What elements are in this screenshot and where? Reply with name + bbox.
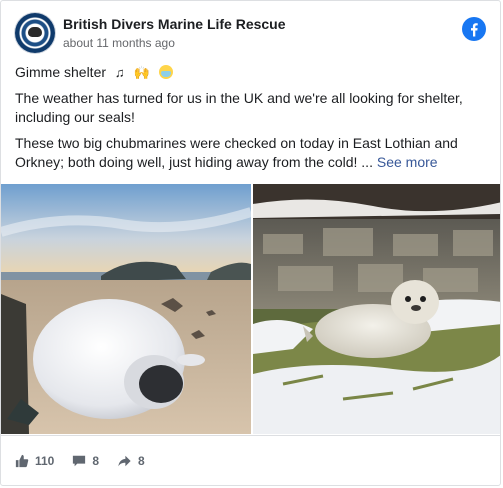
share-count-value: 8	[138, 454, 145, 468]
page-avatar[interactable]	[15, 13, 55, 53]
seal-logo-icon	[28, 27, 42, 37]
thumbs-up-icon	[15, 454, 29, 468]
post-title-text: Gimme shelter	[15, 64, 107, 80]
share-arrow-icon	[118, 455, 131, 467]
page-name-link[interactable]: British Divers Marine Life Rescue	[63, 16, 286, 32]
musical-note-icon: ♫	[114, 65, 125, 80]
post-title-line: Gimme shelter ♫ 🙌	[15, 63, 486, 82]
photo-seal-beach[interactable]	[1, 184, 251, 434]
photo-grid	[1, 184, 500, 434]
share-count[interactable]: 8	[117, 454, 145, 468]
face-mask-icon	[158, 65, 173, 79]
footer-divider	[1, 435, 500, 436]
comment-icon	[73, 455, 86, 467]
post-footer: 110 8 8	[15, 447, 163, 475]
post-paragraph-1: The weather has turned for us in the UK …	[15, 90, 463, 125]
facebook-post-card: British Divers Marine Life Rescue about …	[0, 0, 501, 486]
comment-count-value: 8	[92, 454, 100, 468]
like-count[interactable]: 110	[15, 454, 54, 468]
facebook-logo-icon[interactable]	[462, 17, 486, 41]
post-text: Gimme shelter ♫ 🙌 The weather has turned…	[15, 63, 486, 179]
comment-count[interactable]: 8	[72, 454, 99, 468]
hands-raised-icon: 🙌	[133, 65, 150, 80]
post-timestamp[interactable]: about 11 months ago	[63, 36, 175, 50]
post-paragraph-2: These two big chubmarines were checked o…	[15, 134, 486, 172]
like-count-value: 110	[35, 454, 55, 468]
photo-seal-snow[interactable]	[253, 184, 500, 434]
see-more-link[interactable]: See more	[377, 154, 438, 170]
post-header: British Divers Marine Life Rescue about …	[15, 13, 486, 55]
